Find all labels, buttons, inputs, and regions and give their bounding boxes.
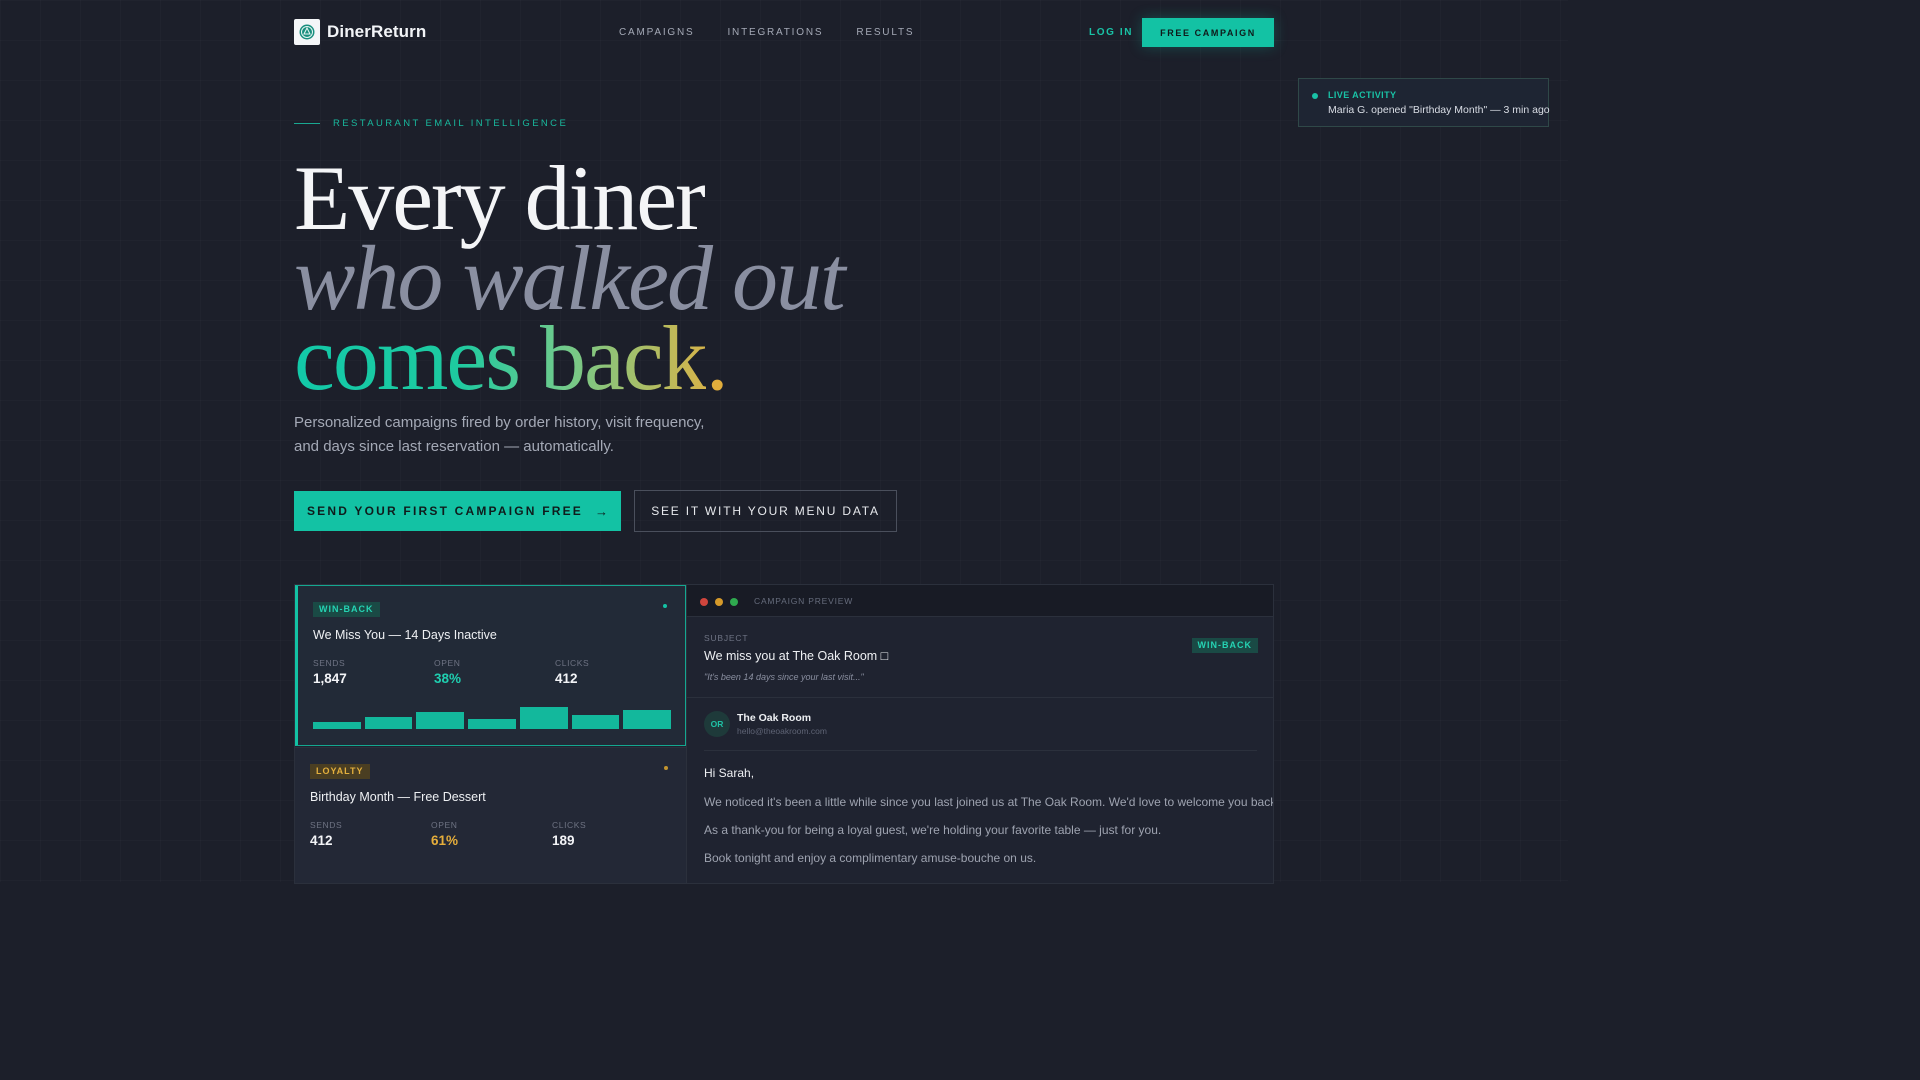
nav-link-campaigns[interactable]: CAMPAIGNS (619, 27, 694, 38)
divider (687, 697, 1273, 698)
send-first-campaign-button[interactable]: SEND YOUR FIRST CAMPAIGN FREE → (294, 491, 621, 531)
free-campaign-button[interactable]: FREE CAMPAIGN (1142, 18, 1274, 47)
hero-headline-line3: comes back. (294, 312, 729, 404)
nav-link-results[interactable]: RESULTS (856, 27, 914, 38)
eyebrow-text: RESTAURANT EMAIL INTELLIGENCE (333, 118, 569, 129)
sparkbar (519, 707, 568, 729)
email-paragraph: Book tonight and enjoy a complimentary a… (704, 851, 1037, 865)
login-link[interactable]: LOG IN (1089, 27, 1133, 38)
status-dot-icon (663, 604, 667, 608)
campaign-title: Birthday Month — Free Dessert (310, 790, 486, 804)
top-nav: DinerReturn CAMPAIGNS INTEGRATIONS RESUL… (294, 18, 1274, 48)
campaign-title: We Miss You — 14 Days Inactive (313, 628, 497, 642)
live-activity-text: Maria G. opened "Birthday Month" — 3 min… (1328, 104, 1550, 116)
hero-headline-highlight: comes back (294, 307, 708, 409)
stat-label: SENDS (313, 658, 346, 668)
stat-open: OPEN 61% (431, 820, 458, 848)
window-close-icon[interactable] (700, 598, 708, 606)
stat-value: 412 (555, 671, 578, 686)
campaign-tag: LOYALTY (310, 764, 370, 779)
email-paragraph: As a thank-you for being a loyal guest, … (704, 823, 1162, 837)
campaign-dashboard: WIN-BACK We Miss You — 14 Days Inactive … (294, 584, 1274, 884)
hero-subtitle-line1: Personalized campaigns fired by order hi… (294, 414, 705, 431)
stat-sends: SENDS 1,847 (313, 658, 347, 686)
live-activity-toast: LIVE ACTIVITY Maria G. opened "Birthday … (1298, 78, 1550, 127)
sender-name: The Oak Room (737, 712, 812, 724)
hero-headline-line2: who walked out (294, 227, 846, 329)
sparkbar (416, 712, 465, 729)
hero-eyebrow: RESTAURANT EMAIL INTELLIGENCE (294, 118, 568, 129)
window-maximize-icon[interactable] (730, 598, 738, 606)
hero-headline-line1: Every diner (294, 147, 706, 249)
email-paragraph: We noticed it's been a little while sinc… (704, 795, 1274, 809)
hero-subtitle-line2: and days since last reservation — automa… (294, 438, 614, 455)
stat-value: 412 (310, 833, 333, 848)
campaign-list: WIN-BACK We Miss You — 14 Days Inactive … (295, 585, 687, 883)
campaign-sparkbars (313, 705, 672, 729)
stat-value: 1,847 (313, 671, 347, 686)
preview-header-label: CAMPAIGN PREVIEW (754, 596, 854, 606)
sparkbar (571, 715, 620, 729)
sparkbar (364, 717, 413, 729)
stat-value: 38% (434, 671, 462, 686)
window-minimize-icon[interactable] (715, 598, 723, 606)
nav-link-integrations[interactable]: INTEGRATIONS (727, 27, 823, 38)
send-first-campaign-label: SEND YOUR FIRST CAMPAIGN FREE (306, 504, 584, 518)
stat-label: OPEN (434, 658, 461, 668)
campaign-tag: WIN-BACK (313, 602, 380, 617)
preview-window-header: CAMPAIGN PREVIEW (687, 585, 1273, 617)
stat-clicks: CLICKS 412 (555, 658, 589, 686)
email-subject: We miss you at The Oak Room □ (704, 649, 889, 663)
stat-open: OPEN 38% (434, 658, 461, 686)
status-dot-icon (664, 766, 668, 770)
campaign-card-winback[interactable]: WIN-BACK We Miss You — 14 Days Inactive … (295, 585, 686, 746)
sparkbar (623, 710, 672, 729)
eyebrow-divider (294, 123, 320, 124)
logo-icon (294, 19, 320, 45)
stat-value: 189 (552, 833, 575, 848)
sender-email: hello@theoakroom.com (737, 726, 827, 736)
hero-headline-dot: . (705, 307, 729, 409)
stat-clicks: CLICKS 189 (552, 820, 586, 848)
email-greeting: Hi Sarah, (704, 766, 755, 780)
email-preheader: "It's been 14 days since your last visit… (704, 672, 864, 682)
brand-logo[interactable]: DinerReturn (294, 19, 426, 45)
campaign-preview: CAMPAIGN PREVIEW SUBJECT We miss you at … (687, 585, 1274, 883)
live-status-dot-icon (1312, 93, 1318, 99)
sparkbar (313, 722, 361, 729)
stat-value: 61% (431, 833, 459, 848)
see-menu-data-button[interactable]: SEE IT WITH YOUR MENU DATA (634, 490, 897, 532)
stat-sends: SENDS 412 (310, 820, 342, 848)
arrow-right-icon: → (595, 503, 609, 519)
live-activity-label: LIVE ACTIVITY (1328, 90, 1397, 100)
campaign-card-loyalty[interactable]: LOYALTY Birthday Month — Free Dessert SE… (295, 747, 686, 883)
preview-tag: WIN-BACK (1191, 635, 1258, 653)
subject-label: SUBJECT (704, 633, 749, 643)
stat-label: OPEN (431, 820, 458, 830)
brand-name: DinerReturn (327, 22, 427, 41)
stat-label: CLICKS (555, 658, 590, 668)
stat-label: CLICKS (552, 820, 587, 830)
campaign-tag: WIN-BACK (1191, 638, 1258, 653)
stat-label: SENDS (310, 820, 343, 830)
sparkbar (468, 719, 516, 729)
avatar: OR (704, 711, 730, 737)
nav-links: CAMPAIGNS INTEGRATIONS RESULTS (619, 27, 947, 38)
divider (704, 750, 1257, 751)
hero-subtitle: Personalized campaigns fired by order hi… (294, 411, 754, 459)
